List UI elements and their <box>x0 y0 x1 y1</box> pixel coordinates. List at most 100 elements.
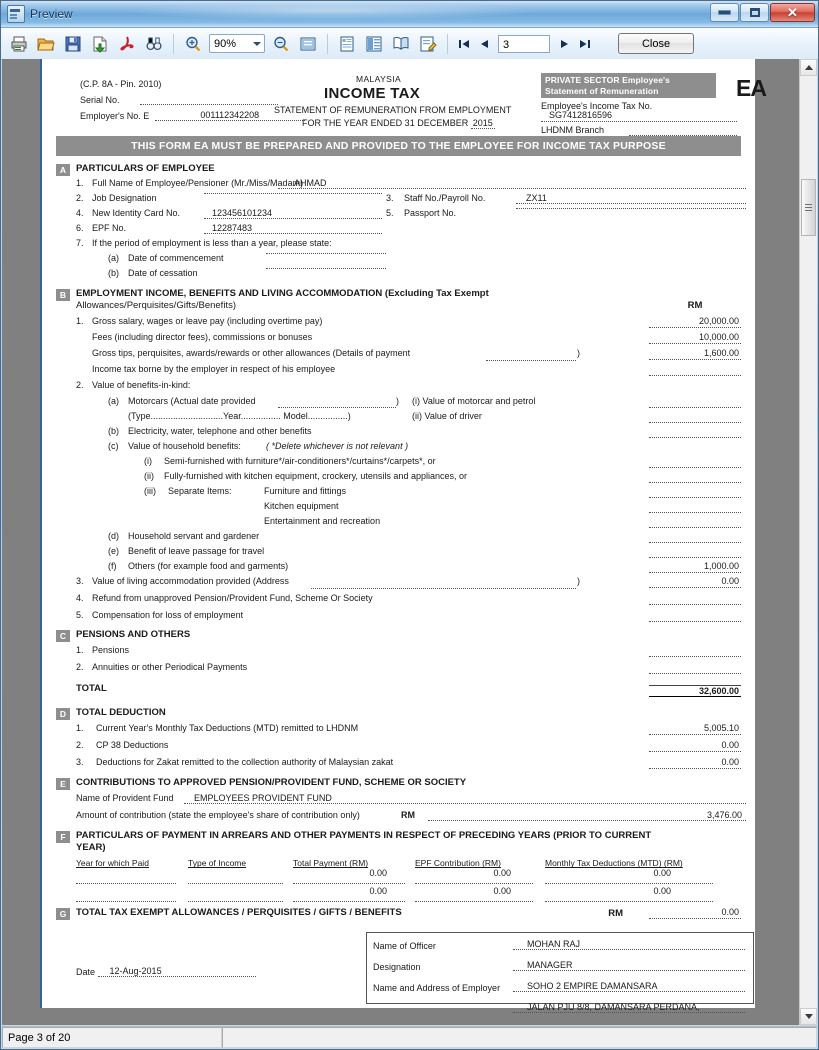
grip-icon <box>805 204 812 211</box>
row-marker: (c) <box>108 440 119 451</box>
sector-line-1: PRIVATE SECTOR Employee's <box>545 75 670 85</box>
row-number: 1. <box>76 315 84 326</box>
officer-name-value: MOHAN RAJ <box>513 939 745 951</box>
provident-fund-row: Name of Provident Fund EMPLOYEES PROVIDE… <box>56 793 746 810</box>
export-pdf-icon[interactable] <box>115 32 139 56</box>
income-tax-borne-label: Income tax borne by the employer in resp… <box>92 363 336 374</box>
maximize-button[interactable] <box>740 3 769 22</box>
cell-total-payment: 0.00 <box>293 886 405 903</box>
statement-line-1: STATEMENT OF REMUNERATION FROM EMPLOYMEN… <box>274 105 512 115</box>
cell-year <box>76 868 176 885</box>
zoom-in-icon[interactable] <box>181 32 205 56</box>
zoom-out-icon[interactable] <box>269 32 293 56</box>
print-icon[interactable] <box>7 32 31 56</box>
currency-header: RM <box>687 300 703 311</box>
officer-signature-box: Name of Officer MOHAN RAJ Designation MA… <box>366 932 754 1014</box>
fully-furnished-row: (ii) Fully-furnished with kitchen equipm… <box>56 471 741 486</box>
cell-mtd: 0.00 <box>545 886 713 903</box>
cell-type <box>188 886 283 903</box>
section-f-title-line-1: PARTICULARS OF PAYMENT IN ARREARS AND OT… <box>76 829 652 841</box>
two-page-spread-icon[interactable] <box>389 32 413 56</box>
section-f-title: PARTICULARS OF PAYMENT IN ARREARS AND OT… <box>76 830 741 855</box>
minimize-button[interactable] <box>710 3 739 22</box>
status-bar: Page 3 of 20 <box>2 1026 817 1048</box>
annotate-icon[interactable] <box>416 32 440 56</box>
gross-tips-amount: 1,600.00 <box>649 348 741 360</box>
fully-furnished-label: Fully-furnished with kitchen equipment, … <box>164 470 467 481</box>
others-amount: 1,000.00 <box>649 561 741 573</box>
serial-no-field: Serial No. <box>80 95 279 105</box>
household-benefits-label: Value of household benefits: <box>128 440 241 451</box>
officer-name-row: Name of Officer MOHAN RAJ <box>373 937 747 958</box>
first-page-icon[interactable] <box>455 34 472 54</box>
section-d-header: D TOTAL DEDUCTION <box>56 707 741 720</box>
export-page-icon[interactable] <box>88 32 112 56</box>
zoom-level-select[interactable]: 90% <box>209 34 265 53</box>
section-e-title: CONTRIBUTIONS TO APPROVED PENSION/PROVID… <box>76 776 467 788</box>
details-of-payment-line <box>486 359 576 361</box>
identity-card-value: 123456101234 <box>204 208 382 219</box>
cp38-row: 2. CP 38 Deductions 0.00 <box>56 740 741 757</box>
date-label: Date <box>76 967 96 978</box>
statement-line-2: FOR THE YEAR ENDED 31 DECEMBER 2015 <box>302 118 495 129</box>
last-page-icon[interactable] <box>576 34 593 54</box>
household-benefits-row: (c) Value of household benefits: ( *Dele… <box>56 441 741 456</box>
page-number-input[interactable]: 3 <box>498 34 550 53</box>
living-accommodation-row: 3. Value of living accommodation provide… <box>56 576 741 593</box>
form-banner: THIS FORM EA MUST BE PREPARED AND PROVID… <box>56 136 741 156</box>
section-b-header: B EMPLOYMENT INCOME, BENEFITS AND LIVING… <box>56 288 741 313</box>
contribution-currency: RM <box>401 809 415 820</box>
statement-line-2-text: FOR THE YEAR ENDED 31 DECEMBER <box>302 118 469 128</box>
furniture-amount <box>649 486 741 498</box>
compensation-loss-row: 5. Compensation for loss of employment <box>56 610 741 627</box>
toolbar: 90% 3 Close <box>1 28 818 60</box>
single-page-layout-icon[interactable] <box>335 32 359 56</box>
total-row: TOTAL 32,600.00 <box>56 683 741 703</box>
section-e-header: E CONTRIBUTIONS TO APPROVED PENSION/PROV… <box>56 777 741 790</box>
commencement-date-row: (a) Date of commencement <box>56 253 741 268</box>
closing-paren: ) <box>577 575 580 586</box>
compensation-loss-amount <box>649 610 741 622</box>
previous-page-icon[interactable] <box>475 34 492 54</box>
status-spacer <box>222 1027 817 1048</box>
next-page-icon[interactable] <box>556 34 573 54</box>
scrollbar-thumb[interactable] <box>801 179 816 236</box>
contribution-amount-label: Amount of contribution (state the employ… <box>76 809 360 820</box>
column-header: EPF Contribution (RM) <box>415 858 501 869</box>
open-folder-icon[interactable] <box>34 32 58 56</box>
employer-address-row: JALAN PJU 8/8, DAMANSARA PERDANA, <box>373 1000 747 1021</box>
section-g-header: G TOTAL TAX EXEMPT ALLOWANCES / PERQUISI… <box>56 907 741 921</box>
serial-no-label: Serial No. <box>80 95 120 105</box>
page-width-icon[interactable] <box>296 32 320 56</box>
motorcar-row: (a) Motorcars (Actual date provided ) (i… <box>56 396 741 411</box>
continuous-page-layout-icon[interactable] <box>362 32 386 56</box>
vertical-scrollbar[interactable] <box>799 59 817 1025</box>
row-marker: (d) <box>108 530 119 541</box>
leave-passage-amount <box>649 546 741 558</box>
close-button[interactable]: Close <box>618 33 694 54</box>
motorcar-amount <box>649 396 741 408</box>
date-value: 12-Aug-2015 <box>97 966 256 978</box>
row-marker: (a) <box>108 395 119 406</box>
scroll-down-button[interactable] <box>800 1008 817 1025</box>
gross-salary-row: 1. Gross salary, wages or leave pay (inc… <box>56 316 741 332</box>
officer-name-label: Name of Officer <box>373 941 436 952</box>
row-number: 7. <box>76 238 84 248</box>
close-window-button[interactable]: ✕ <box>770 3 815 22</box>
refund-unapproved-row: 4. Refund from unapproved Pension/Provid… <box>56 593 741 610</box>
form-code: EA <box>736 75 767 101</box>
cell-year <box>76 886 176 903</box>
section-c-body: 1. Pensions 2. Annuities or other Period… <box>56 645 741 703</box>
pensions-label: Pensions <box>92 644 130 655</box>
find-icon[interactable] <box>142 32 166 56</box>
save-icon[interactable] <box>61 32 85 56</box>
compensation-loss-label: Compensation for loss of employment <box>92 609 244 620</box>
scroll-up-button[interactable] <box>800 59 817 76</box>
employment-period-row: 7. If the period of employment is less t… <box>56 238 741 253</box>
total-label: TOTAL <box>76 682 107 694</box>
total-amount: 32,600.00 <box>649 684 741 697</box>
motorcar-type-label: (Type.............................Year..… <box>128 410 351 421</box>
section-f-title-line-2: YEAR) <box>76 842 106 854</box>
identity-card-label: New Identity Card No. <box>92 208 181 218</box>
fees-label: Fees (including director fees), commissi… <box>92 331 313 342</box>
